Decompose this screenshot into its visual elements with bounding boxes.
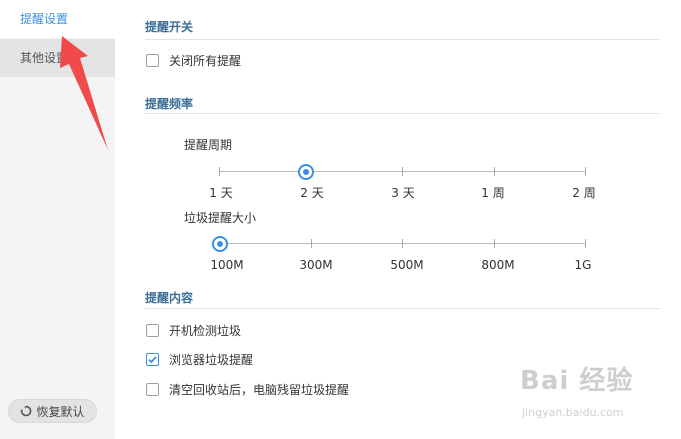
period-slider[interactable] (219, 160, 586, 184)
size-slider-handle[interactable] (212, 236, 228, 252)
checkbox-box[interactable] (146, 353, 159, 366)
size-slider-label: 垃圾提醒大小 (184, 211, 257, 225)
startup-junk-check-checkbox[interactable]: 开机检测垃圾 (146, 322, 241, 339)
restore-defaults-label: 恢复默认 (36, 404, 85, 419)
sidebar-item-reminder-settings[interactable]: 提醒设置 (0, 0, 115, 38)
size-tick-label: 1G (574, 258, 592, 272)
checkbox-box[interactable] (146, 54, 159, 67)
divider (145, 39, 660, 40)
section-title-frequency: 提醒频率 (145, 97, 194, 111)
section-title-content: 提醒内容 (145, 291, 194, 305)
watermark-brand: Bai 经验 (520, 366, 634, 396)
period-tick-label: 2 周 (572, 186, 596, 200)
recycle-bin-residue-reminder-checkbox[interactable]: 清空回收站后，电脑残留垃圾提醒 (146, 381, 349, 398)
size-tick-label: 300M (299, 258, 333, 272)
checkbox-box[interactable] (146, 383, 159, 396)
slider-tick (310, 239, 312, 248)
checkbox-label: 浏览器垃圾提醒 (169, 353, 254, 367)
browser-junk-reminder-checkbox[interactable]: 浏览器垃圾提醒 (146, 351, 253, 368)
watermark-url: jingyan.baidu.com (522, 406, 624, 419)
size-tick-label: 800M (481, 258, 515, 272)
slider-tick (493, 239, 495, 248)
checkbox-box[interactable] (146, 324, 159, 337)
watermark: Bai 经验 jingyan.baidu.com (520, 360, 670, 435)
slider-tick (402, 239, 403, 248)
size-slider[interactable] (212, 232, 586, 256)
period-tick-label: 1 天 (209, 186, 233, 200)
slider-tick (219, 167, 220, 176)
period-slider-handle[interactable] (298, 164, 314, 180)
slider-tick (402, 167, 403, 176)
close-all-reminders-checkbox[interactable]: 关闭所有提醒 (146, 52, 241, 69)
period-tick-label: 3 天 (391, 186, 415, 200)
restore-defaults-button[interactable]: 恢复默认 (8, 399, 97, 423)
slider-tick (493, 167, 495, 176)
period-tick-label: 1 周 (481, 186, 505, 200)
divider (145, 113, 660, 114)
period-slider-label: 提醒周期 (184, 138, 233, 152)
restore-icon (21, 405, 32, 417)
sidebar-item-other-settings[interactable]: 其他设置 (0, 39, 115, 77)
divider (145, 308, 660, 309)
checkbox-label: 清空回收站后，电脑残留垃圾提醒 (169, 383, 350, 397)
sidebar: 提醒设置 其他设置 恢复默认 (0, 0, 115, 439)
size-tick-label: 500M (390, 258, 424, 272)
checkbox-label: 开机检测垃圾 (169, 324, 242, 338)
size-tick-label: 100M (210, 258, 244, 272)
checkmark-icon (148, 356, 157, 364)
period-tick-label: 2 天 (300, 186, 324, 200)
slider-tick (585, 167, 586, 176)
slider-tick (585, 239, 586, 248)
section-title-switch: 提醒开关 (145, 20, 194, 34)
checkbox-label: 关闭所有提醒 (169, 54, 242, 68)
